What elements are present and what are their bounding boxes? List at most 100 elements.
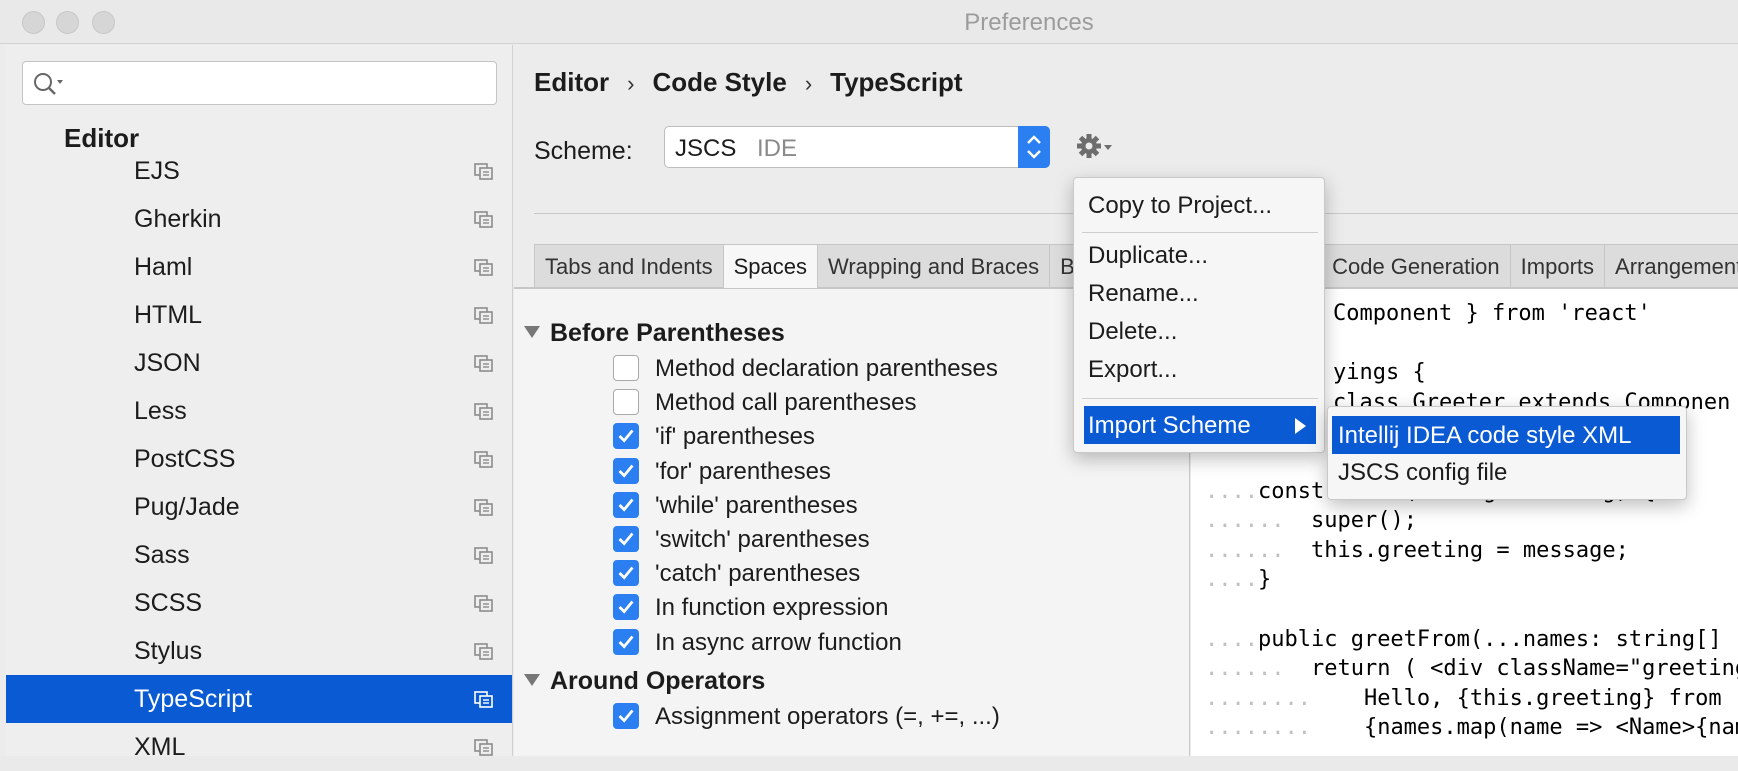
sidebar-item-gherkin[interactable]: Gherkin xyxy=(6,195,512,243)
window-title: Preferences xyxy=(964,9,1094,36)
checkbox[interactable] xyxy=(613,594,639,621)
whitespace-dots: .... xyxy=(1205,626,1258,652)
tab-tabs-and-indents[interactable]: Tabs and Indents xyxy=(534,244,723,288)
sidebar-item-json[interactable]: JSON xyxy=(6,339,512,387)
settings-search-box[interactable] xyxy=(22,61,497,105)
menu-item-duplicate[interactable]: Duplicate... xyxy=(1088,242,1208,270)
menu-item-delete[interactable]: Delete... xyxy=(1088,318,1177,346)
scheme-actions-menu: Copy to Project... Duplicate... Rename... D… xyxy=(1073,177,1325,453)
sidebar-item-label: Gherkin xyxy=(134,205,222,233)
sidebar-item-label: PostCSS xyxy=(134,445,236,473)
sidebar-item-label: Less xyxy=(134,397,187,425)
sidebar-item-label: JSON xyxy=(134,349,201,377)
group-title: Before Parentheses xyxy=(550,319,785,347)
menu-item-rename[interactable]: Rename... xyxy=(1088,280,1199,308)
project-scheme-icon xyxy=(474,691,493,708)
settings-search-input[interactable] xyxy=(67,68,487,98)
scheme-label: Scheme: xyxy=(534,137,633,165)
sidebar-item-label: TypeScript xyxy=(134,685,253,713)
submenu-arrow-icon xyxy=(1295,418,1306,434)
sidebar-item-postcss[interactable]: PostCSS xyxy=(6,435,512,483)
sidebar-item-html[interactable]: HTML xyxy=(6,291,512,339)
whitespace-dots: ...... xyxy=(1205,537,1285,563)
tab-arrangement[interactable]: Arrangement xyxy=(1604,244,1738,288)
option-label: Method call parentheses xyxy=(655,389,917,417)
menu-item-jscs-config[interactable]: JSCS config file xyxy=(1338,459,1507,487)
tab-code-generation[interactable]: Code Generation xyxy=(1321,244,1510,288)
tab-spaces[interactable]: Spaces xyxy=(722,244,817,288)
code-text: yings { xyxy=(1333,360,1426,386)
checkmark-icon xyxy=(618,464,634,478)
group-before-parentheses[interactable]: Before Parentheses xyxy=(524,319,785,348)
menu-item-import-scheme[interactable]: Import Scheme xyxy=(1084,406,1316,444)
sidebar-item-scss[interactable]: SCSS xyxy=(6,579,512,627)
project-scheme-icon xyxy=(474,403,493,420)
code-text: this.greeting = message; xyxy=(1284,537,1629,563)
checkbox[interactable] xyxy=(613,389,639,416)
code-text: Component } from 'react' xyxy=(1333,301,1651,326)
scheme-dropdown[interactable]: JSCS IDE xyxy=(664,126,1050,168)
sidebar-item-label: XML xyxy=(134,733,186,761)
sidebar-item-stylus[interactable]: Stylus xyxy=(6,627,512,675)
option-label: Assignment operators (=, +=, ...) xyxy=(655,702,1000,730)
sidebar-item-label: HTML xyxy=(134,301,203,329)
project-scheme-icon xyxy=(474,547,493,564)
whitespace-dots: ...... xyxy=(1205,508,1285,534)
sidebar-item-label: Sass xyxy=(134,541,190,569)
sidebar-item-pug-jade[interactable]: Pug/Jade xyxy=(6,483,512,531)
group-around-operators[interactable]: Around Operators xyxy=(524,667,765,696)
option-label: 'for' parentheses xyxy=(655,457,831,485)
project-scheme-icon xyxy=(474,499,493,516)
menu-item-label: Intellij IDEA code style XML xyxy=(1338,422,1632,449)
scheme-dropdown-stepper[interactable] xyxy=(1018,126,1050,168)
sidebar-item-less[interactable]: Less xyxy=(6,387,512,435)
sidebar-item-haml[interactable]: Haml xyxy=(6,243,512,291)
checkbox[interactable] xyxy=(613,702,639,729)
sidebar-item-typescript[interactable]: TypeScript xyxy=(6,675,512,723)
code-text: } xyxy=(1257,567,1272,593)
option-label: In async arrow function xyxy=(655,628,902,656)
tab-imports[interactable]: Imports xyxy=(1509,244,1605,288)
code-text: {names.map(name => <Name>{name} xyxy=(1310,715,1738,741)
checkbox[interactable] xyxy=(613,560,639,587)
settings-tree: EJS Gherkin Haml HTML JSON Less PostCSS Pug/Jad… xyxy=(6,147,512,771)
menu-item-label: Import Scheme xyxy=(1088,412,1251,439)
project-scheme-icon xyxy=(474,259,493,276)
project-scheme-icon xyxy=(474,595,493,612)
sidebar-item-label: Pug/Jade xyxy=(134,493,240,521)
sidebar-item-ejs[interactable]: EJS xyxy=(6,147,512,195)
menu-item-export[interactable]: Export... xyxy=(1088,356,1177,384)
checkbox[interactable] xyxy=(613,526,639,552)
import-scheme-submenu: Intellij IDEA code style XML JSCS config… xyxy=(1327,406,1687,500)
code-line: ........ {names.map(name => <Name>{name} xyxy=(1205,715,1738,740)
sidebar-item-sass[interactable]: Sass xyxy=(6,531,512,579)
settings-sidebar: Editor EJS Gherkin Haml HTML JSON Less PostCSS… xyxy=(6,45,513,761)
option-label: 'catch' parentheses xyxy=(655,560,861,588)
code-line: Component } from 'react' xyxy=(1333,301,1651,326)
expand-triangle-icon xyxy=(524,674,540,687)
checkbox[interactable] xyxy=(613,628,639,655)
project-scheme-icon xyxy=(474,163,493,180)
checkmark-icon xyxy=(618,709,634,723)
checkbox[interactable] xyxy=(613,423,639,450)
breadcrumb-item-typescript: TypeScript xyxy=(830,67,963,97)
project-scheme-icon xyxy=(474,211,493,228)
breadcrumb-separator: › xyxy=(804,71,813,96)
whitespace-dots: ........ xyxy=(1205,685,1311,711)
sidebar-item-xml[interactable]: XML xyxy=(6,723,512,771)
whitespace-dots: .... xyxy=(1205,567,1258,593)
option-label: 'while' parentheses xyxy=(655,491,858,519)
sidebar-item-label: Haml xyxy=(134,253,193,281)
checkmark-icon xyxy=(618,498,634,512)
checkbox[interactable] xyxy=(613,355,639,381)
menu-item-copy-to-project[interactable]: Copy to Project... xyxy=(1088,192,1272,220)
code-line: yings { xyxy=(1333,360,1426,385)
checkbox[interactable] xyxy=(613,491,639,518)
gear-icon[interactable] xyxy=(1074,129,1118,163)
checkmark-icon xyxy=(618,429,634,444)
checkbox[interactable] xyxy=(613,457,639,484)
code-line: ....public greetFrom(...names: string[] xyxy=(1205,627,1722,652)
tab-wrapping-and-braces[interactable]: Wrapping and Braces xyxy=(816,244,1050,288)
menu-item-intellij-xml[interactable]: Intellij IDEA code style XML xyxy=(1332,416,1680,454)
expand-triangle-icon xyxy=(524,326,540,339)
